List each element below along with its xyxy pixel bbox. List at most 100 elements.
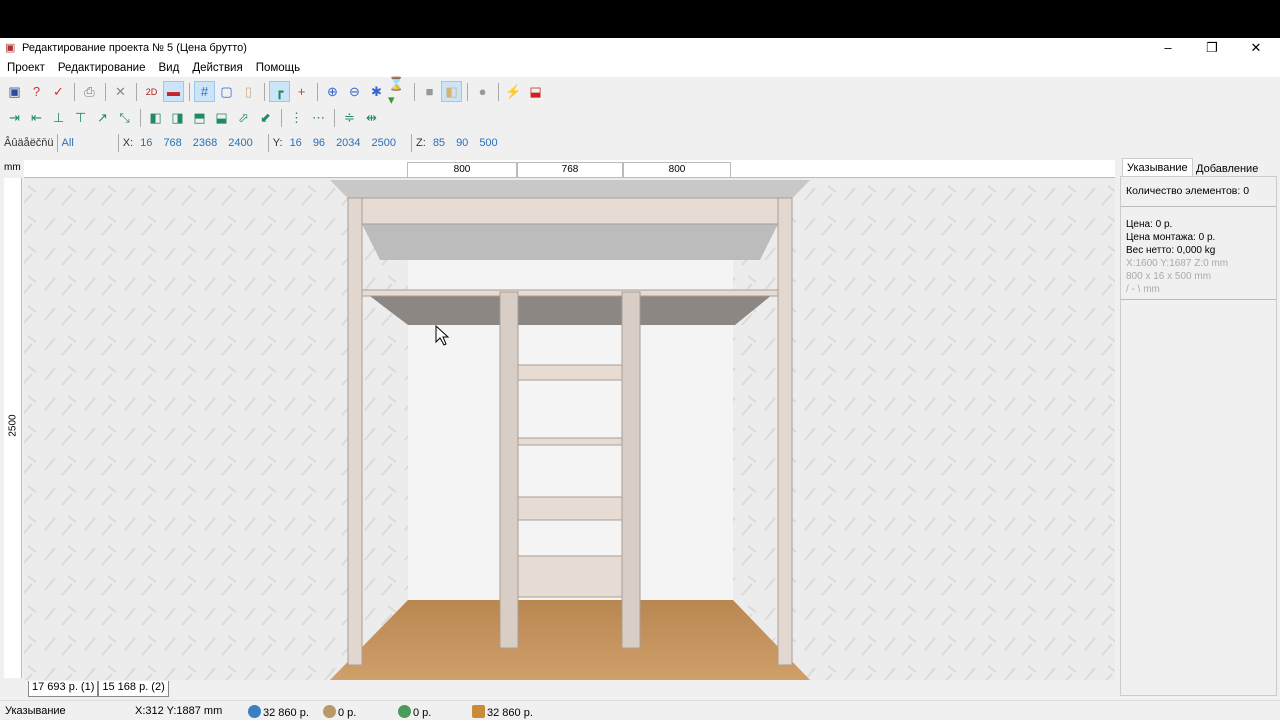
zoom-in-icon[interactable]: ⊕ (322, 81, 343, 102)
distribute-v-icon[interactable]: ⋮ (286, 107, 307, 128)
status-mode: Указывание (5, 705, 66, 717)
size: 800 x 16 x 500 mm (1126, 271, 1212, 282)
align-right-icon[interactable]: ⇤ (26, 107, 47, 128)
sphere-icon[interactable]: ● (472, 81, 493, 102)
y-value[interactable]: 96 (313, 137, 325, 149)
main-toolbar: ▣ ? ✓ ⎙ ✕ 2D ▬ # ▢ ▯ ┏ + ⊕ ⊖ ✱ ⌛▾ ■ ◧ ● … (0, 76, 1280, 107)
door-icon[interactable]: ▯ (238, 81, 259, 102)
3d-viewport[interactable] (24, 178, 1115, 680)
ruler-segment: 800 (623, 162, 731, 177)
align-left-icon[interactable]: ⇥ (4, 107, 25, 128)
coords: X:1600 Y:1687 Z:0 mm (1126, 258, 1229, 269)
help-icon[interactable]: ? (26, 81, 47, 102)
cross-icon[interactable]: + (291, 81, 312, 102)
material-icon (323, 705, 336, 718)
frame-icon[interactable]: ▢ (216, 81, 237, 102)
x-value[interactable]: 16 (140, 137, 152, 149)
shelf (517, 364, 623, 381)
save-icon[interactable]: ▣ (4, 81, 25, 102)
restore-button[interactable]: ❐ (1190, 38, 1234, 58)
select-filter[interactable]: All (62, 137, 74, 149)
services-icon (398, 705, 411, 718)
align-bottom-icon[interactable]: ⊤ (70, 107, 91, 128)
status-sum: 32 860 р. (487, 707, 533, 719)
price: Цена: 0 р. (1126, 219, 1173, 230)
z-value[interactable]: 500 (479, 137, 497, 149)
z-value[interactable]: 85 (433, 137, 445, 149)
x-label: X: (122, 137, 134, 149)
y-value[interactable]: 16 (290, 137, 302, 149)
menu-bar: Проект Редактирование Вид Действия Помощ… (0, 58, 1280, 77)
ruler-segment: 768 (517, 162, 623, 177)
extend-icon[interactable]: ↗ (92, 107, 113, 128)
magic-icon[interactable]: ⚡ (503, 81, 524, 102)
status-services: 0 р. (413, 707, 432, 719)
variant-tabs: 17 693 р. (1) 15 168 р. (2) (28, 681, 169, 697)
render-icon[interactable]: ⌛▾ (388, 76, 409, 107)
variant-tab[interactable]: 17 693 р. (1) (28, 681, 99, 697)
distribute-h-icon[interactable]: ⋯ (308, 107, 329, 128)
net-weight: Вес нетто: 0,000 kg (1126, 245, 1216, 256)
view-front-icon[interactable]: ▬ (163, 81, 184, 102)
x-value[interactable]: 2400 (228, 137, 252, 149)
ceiling-inner (362, 224, 778, 260)
check-icon[interactable]: ✓ (48, 81, 69, 102)
move-right-icon[interactable]: ◨ (167, 107, 188, 128)
x-value[interactable]: 2368 (193, 137, 217, 149)
floor (330, 600, 810, 680)
shelf (517, 437, 623, 446)
corner-icon[interactable]: ┏ (269, 81, 290, 102)
status-material: 0 р. (338, 707, 357, 719)
screen-top-bar (0, 0, 1280, 38)
menu-view[interactable]: Вид (152, 62, 186, 74)
install-price: Цена монтажа: 0 р. (1126, 232, 1216, 243)
rotate-icon[interactable]: ⬋ (255, 107, 276, 128)
height-label: 2500 (7, 414, 19, 437)
menu-edit[interactable]: Редактирование (51, 62, 152, 74)
align-toolbar: ⇥ ⇤ ⊥ ⊤ ↗ ⤡ ◧ ◨ ⬒ ⬓ ⬀ ⬋ ⋮ ⋯ ≑ ⇹ (0, 106, 1280, 129)
status-bar: Указывание X:312 Y:1887 mm 32 860 р. 0 р… (0, 700, 1280, 720)
wardrobe-right-side (777, 197, 793, 666)
view-2d-icon[interactable]: 2D (141, 81, 162, 102)
x-value[interactable]: 768 (163, 137, 181, 149)
menu-help[interactable]: Помощь (249, 62, 306, 74)
select-label: Âûäåëčňü (4, 137, 54, 149)
y-value[interactable]: 2500 (372, 137, 396, 149)
space-v-icon[interactable]: ≑ (339, 107, 360, 128)
depth-icon[interactable]: ⬀ (233, 107, 254, 128)
move-up-icon[interactable]: ⬒ (189, 107, 210, 128)
minimize-button[interactable]: – (1146, 38, 1190, 58)
menu-actions[interactable]: Действия (185, 62, 248, 74)
z-value[interactable]: 90 (456, 137, 468, 149)
shelf (517, 496, 623, 521)
solid-icon[interactable]: ■ (419, 81, 440, 102)
ruler-segment: 800 (407, 162, 517, 177)
y-value[interactable]: 2034 (336, 137, 360, 149)
status-total: 32 860 р. (263, 707, 309, 719)
globe-icon (248, 705, 261, 718)
zoom-out-icon[interactable]: ⊖ (344, 81, 365, 102)
tool-icon[interactable]: ⬓ (525, 81, 546, 102)
title-bar: ▣ Редактирование проекта № 5 (Цена брутт… (0, 38, 1280, 58)
grid-icon[interactable]: # (194, 81, 215, 102)
texture-icon[interactable]: ◧ (441, 81, 462, 102)
divider-right (621, 291, 641, 649)
menu-project[interactable]: Проект (0, 62, 51, 74)
filter-toolbar: Âûäåëčňü All X: 16 768 2368 2400 Y: 16 9… (0, 133, 1280, 153)
space-h-icon[interactable]: ⇹ (361, 107, 382, 128)
delete-icon[interactable]: ✕ (110, 81, 131, 102)
print-icon[interactable]: ⎙ (79, 81, 100, 102)
move-left-icon[interactable]: ◧ (145, 107, 166, 128)
variant-tab[interactable]: 15 168 р. (2) (98, 681, 169, 697)
fit-icon[interactable]: ✱ (366, 81, 387, 102)
y-label: Y: (272, 137, 283, 149)
move-down-icon[interactable]: ⬓ (211, 107, 232, 128)
close-button[interactable]: ✕ (1234, 38, 1278, 58)
element-count: Количество элементов: 0 (1126, 185, 1250, 197)
align-top-icon[interactable]: ⊥ (48, 107, 69, 128)
status-cursor: X:312 Y:1887 mm (135, 705, 223, 717)
tab-pointing[interactable]: Указывание (1122, 158, 1193, 176)
resize-icon[interactable]: ⤡ (114, 107, 135, 128)
top-shelf (361, 289, 779, 297)
coins-icon (472, 705, 485, 718)
